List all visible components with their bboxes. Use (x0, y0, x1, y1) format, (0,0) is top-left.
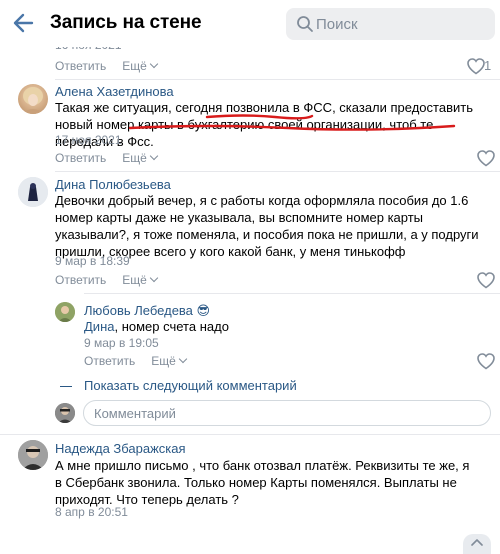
chevron-down-icon (149, 273, 159, 283)
divider (55, 79, 500, 80)
like-icon[interactable] (476, 149, 496, 167)
like-icon[interactable] (476, 271, 496, 289)
more-button[interactable]: Ещё (122, 151, 159, 165)
comment-author[interactable]: Любовь Лебедева 😎 (84, 303, 210, 319)
comment-author[interactable]: Надежда Збаражская (55, 441, 186, 456)
back-arrow-icon[interactable] (10, 10, 36, 36)
thread-line (60, 386, 72, 387)
more-button[interactable]: Ещё (122, 59, 159, 73)
avatar[interactable] (18, 84, 48, 114)
avatar[interactable] (55, 302, 75, 322)
header-bar: Запись на стене (0, 0, 500, 47)
comment-date: 17 ноя 2021 (55, 133, 122, 147)
more-button[interactable]: Ещё (122, 273, 159, 287)
comment-field-wrapper (83, 400, 491, 426)
avatar[interactable] (18, 177, 48, 207)
like-icon[interactable] (466, 57, 486, 75)
show-next-comment-link[interactable]: Показать следующий комментарий (84, 378, 297, 393)
comment-text: Девочки добрый вечер, я с работы когда о… (55, 193, 479, 259)
chevron-down-icon (149, 151, 159, 161)
comment-actions: Ответить Ещё (84, 354, 202, 368)
chevron-down-icon (178, 354, 188, 364)
comment-date: 9 мар в 18:39 (55, 254, 130, 268)
comment-date: 8 апр в 20:51 (55, 505, 128, 519)
reply-button[interactable]: Ответить (55, 273, 106, 287)
reply-mention-link[interactable]: Дина (84, 319, 114, 334)
search-icon (297, 16, 313, 32)
avatar[interactable] (18, 440, 48, 470)
page-title: Запись на стене (50, 12, 202, 33)
like-icon[interactable] (476, 352, 496, 370)
comment-input[interactable] (84, 401, 490, 425)
comment-date: 9 мар в 19:05 (84, 336, 159, 350)
divider (0, 434, 500, 435)
divider (84, 293, 500, 294)
comment-actions: Ответить Ещё (55, 151, 173, 165)
search-box[interactable] (286, 8, 495, 40)
comment-author[interactable]: Алена Хазетдинова (55, 84, 174, 99)
search-input[interactable] (316, 8, 491, 40)
reply-button[interactable]: Ответить (55, 59, 106, 73)
scroll-up-button[interactable] (463, 534, 491, 554)
chevron-up-icon (471, 539, 483, 546)
chevron-down-icon (149, 59, 159, 69)
comment-actions: Ответить Ещё (55, 273, 173, 287)
avatar[interactable] (55, 403, 75, 423)
red-underline (128, 124, 456, 131)
comment-actions: Ответить Ещё (55, 59, 173, 73)
reply-button[interactable]: Ответить (84, 354, 135, 368)
comment-text: А мне пришло письмо , что банк отозвал п… (55, 458, 470, 507)
divider (55, 171, 500, 172)
more-button[interactable]: Ещё (151, 354, 188, 368)
reply-button[interactable]: Ответить (55, 151, 106, 165)
comment-author[interactable]: Дина Полюбезьева (55, 177, 171, 192)
red-underline (205, 114, 314, 120)
comment-text: Дина, номер счета надо (84, 319, 229, 334)
like-count: 1 (484, 58, 492, 73)
